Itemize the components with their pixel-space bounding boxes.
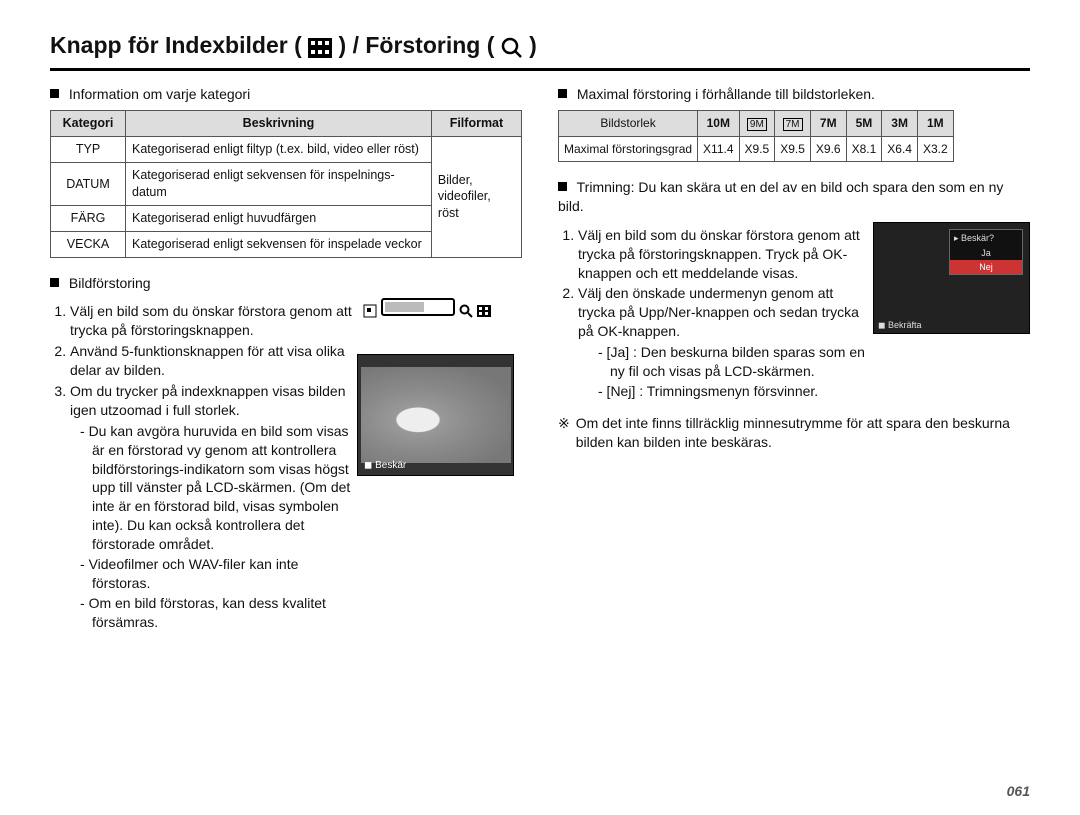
ratio-cell: X6.4 [882, 136, 918, 161]
title-part1: Knapp för Indexbilder ( [50, 32, 302, 58]
magnifier-icon [501, 31, 523, 62]
col-header-kategori: Kategori [51, 111, 126, 137]
list-item: - Om en bild förstoras, kan dess kvalite… [80, 594, 357, 632]
size-icon-cell: 3M [882, 111, 918, 137]
category-info-heading: Information om varje kategori [50, 85, 522, 104]
crop-dialog-title: ▸ Beskär? [950, 230, 1022, 246]
bullet-square-icon [558, 89, 567, 98]
list-item: Använd 5-funktionsknappen för att visa o… [70, 342, 357, 380]
size-icon-cell: 10M [698, 111, 739, 137]
size-label-cell: Bildstorlek [559, 111, 698, 137]
cat-row-key: DATUM [51, 163, 126, 206]
bullet-square-icon [50, 278, 59, 287]
category-table-header-row: Kategori Beskrivning Filformat [51, 111, 522, 137]
lcd-confirm-image: ▸ Beskär? Ja Nej ◼ Bekräfta [873, 222, 1030, 334]
table-row: TYP Kategoriserad enligt filtyp (t.ex. b… [51, 137, 522, 163]
trimming-steps: Välj en bild som du önskar förstora geno… [578, 226, 865, 341]
size-icon-cell: 7M [775, 111, 811, 137]
crop-option-yes: Ja [950, 246, 1022, 260]
ratio-label-cell: Maximal förstoringsgrad [559, 136, 698, 161]
cat-fileformat: Bilder, videofiler, röst [431, 137, 521, 257]
category-info-text: Information om varje kategori [69, 86, 250, 102]
enlarge-steps: Välj en bild som du önskar förstora geno… [70, 302, 357, 419]
size-icon-cell: 5M [846, 111, 882, 137]
list-item: - Videofilmer och WAV-filer kan inte för… [80, 555, 357, 593]
trimming-heading-text: Trimning: Du kan skära ut en del av en b… [558, 179, 1003, 214]
size-icon-cell: 9M [739, 111, 775, 137]
magnifier-icon [459, 300, 473, 314]
cat-row-key: FÄRG [51, 205, 126, 231]
cat-row-desc: Kategoriserad enligt sekvensen för inspe… [126, 231, 432, 257]
cat-row-key: VECKA [51, 231, 126, 257]
col-header-beskrivning: Beskrivning [126, 111, 432, 137]
confirm-label: ◼ Bekräfta [878, 319, 922, 331]
max-enlarge-heading: Maximal förstoring i förhållande till bi… [558, 85, 1030, 104]
size-icon-cell: 7M [810, 111, 846, 137]
page-number: 061 [1007, 782, 1030, 801]
enlarge-notes: - Du kan avgöra huruvida en bild som vis… [80, 422, 357, 632]
list-item: Välj en bild som du önskar förstora geno… [70, 302, 357, 340]
thumbnail-grid-icon [308, 31, 332, 62]
right-column: Maximal förstoring i förhållande till bi… [558, 85, 1030, 632]
ratio-cell: X3.2 [917, 136, 953, 161]
ratio-cell: X8.1 [846, 136, 882, 161]
title-part3: ) [529, 32, 537, 58]
nav-box-icon [363, 300, 377, 314]
list-item: Välj den önskade undermenyn genom att tr… [578, 284, 865, 341]
trimming-heading: Trimning: Du kan skära ut en del av en b… [558, 178, 1030, 216]
crop-option-no: Nej [950, 260, 1022, 274]
ratio-cell: X9.6 [810, 136, 846, 161]
enlarge-heading-text: Bildförstoring [69, 275, 151, 291]
ratio-cell: X9.5 [739, 136, 775, 161]
lcd-preview-image: ◼ Beskär [357, 354, 514, 476]
cat-row-desc: Kategoriserad enligt huvudfärgen [126, 205, 432, 231]
lcd-caption: ◼ Beskär [364, 459, 406, 473]
list-item: - Du kan avgöra huruvida en bild som vis… [80, 422, 357, 554]
list-item: Om du trycker på indexknappen visas bild… [70, 382, 357, 420]
size-icon-cell: 1M [917, 111, 953, 137]
bullet-square-icon [558, 182, 567, 191]
title-part2: ) / Förstoring ( [339, 32, 495, 58]
col-header-filformat: Filformat [431, 111, 521, 137]
lcd-top-icons [363, 298, 491, 316]
trimming-options: - [Ja] : Den beskurna bilden sparas som … [598, 343, 865, 401]
list-item: - [Ja] : Den beskurna bilden sparas som … [598, 343, 865, 381]
max-enlarge-text: Maximal förstoring i förhållande till bi… [577, 86, 875, 102]
cat-row-key: TYP [51, 137, 126, 163]
bullet-square-icon [50, 89, 59, 98]
thumbnail-grid-icon [477, 300, 491, 314]
page-title: Knapp för Indexbilder ( ) / Förstoring (… [50, 30, 1030, 71]
ratio-cell: X9.5 [775, 136, 811, 161]
list-item: - [Nej] : Trimningsmenyn försvinner. [598, 382, 865, 401]
zoom-bar-icon [381, 298, 455, 316]
reference-mark-icon: ※ [558, 414, 570, 433]
cat-row-desc: Kategoriserad enligt filtyp (t.ex. bild,… [126, 137, 432, 163]
page: Knapp för Indexbilder ( ) / Förstoring (… [0, 0, 1080, 815]
enlarge-heading: Bildförstoring [50, 274, 522, 293]
cat-row-desc: Kategoriserad enligt sekvensen för inspe… [126, 163, 432, 206]
memory-note: ※ Om det inte finns tillräcklig minnesut… [558, 414, 1030, 452]
ratio-cell: X11.4 [698, 136, 739, 161]
memory-note-text: Om det inte finns tillräcklig minnesutry… [576, 414, 1030, 452]
size-table: Bildstorlek 10M 9M 7M 7M 5M 3M 1M Maxima… [558, 110, 954, 162]
list-item: Välj en bild som du önskar förstora geno… [578, 226, 865, 283]
left-column: Information om varje kategori Kategori B… [50, 85, 522, 632]
category-table: Kategori Beskrivning Filformat TYP Kateg… [50, 110, 522, 257]
size-table-header-row: Bildstorlek 10M 9M 7M 7M 5M 3M 1M [559, 111, 954, 137]
crop-dialog: ▸ Beskär? Ja Nej [949, 229, 1023, 275]
size-table-value-row: Maximal förstoringsgrad X11.4 X9.5 X9.5 … [559, 136, 954, 161]
